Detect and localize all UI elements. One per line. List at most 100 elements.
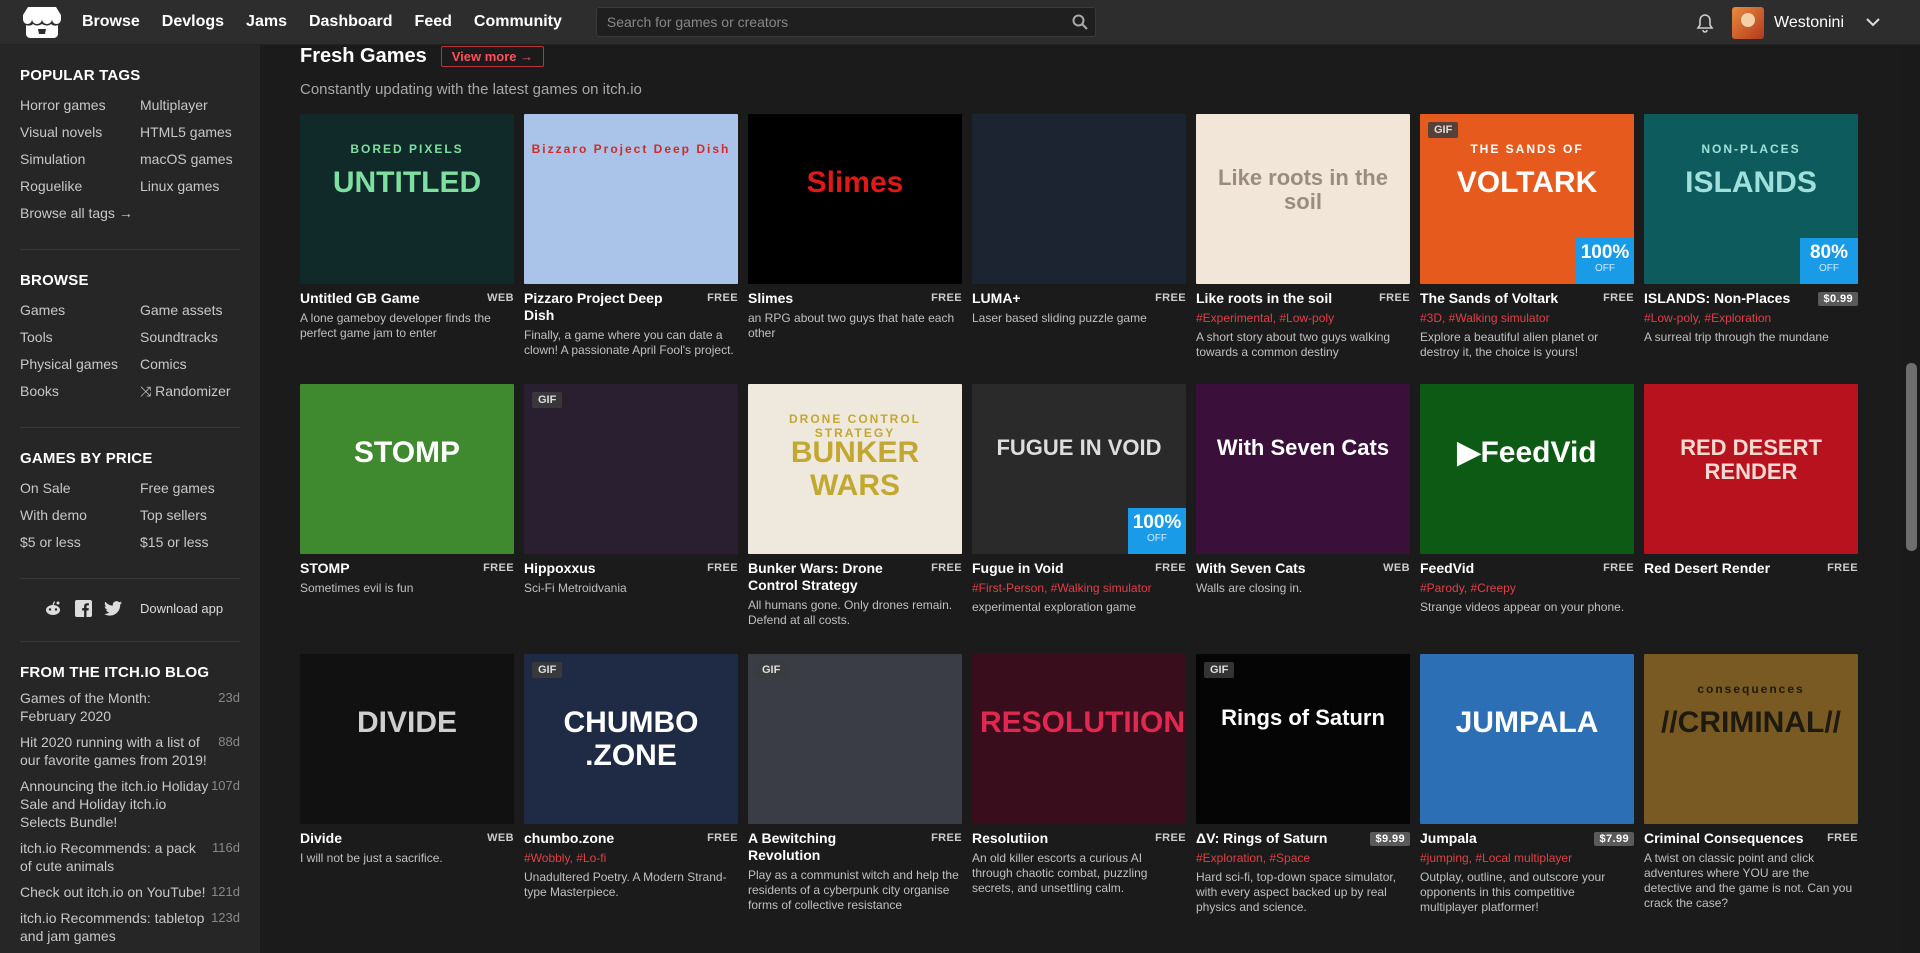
game-thumbnail[interactable]: BORED PIXELS UNTITLED xyxy=(300,114,514,284)
download-app-link[interactable]: Download app xyxy=(140,601,223,616)
nav-devlogs[interactable]: Devlogs xyxy=(162,13,224,31)
game-thumbnail[interactable]: Like roots in the soil xyxy=(1196,114,1410,284)
nav-browse[interactable]: Browse xyxy=(82,13,140,31)
game-title-link[interactable]: Fugue in Void xyxy=(972,560,1132,577)
game-thumbnail[interactable]: DIVIDE xyxy=(300,654,514,824)
game-card[interactable]: GIF Hippoxxus FREE Sci-Fi Metroidvania xyxy=(524,384,738,654)
tag-link[interactable]: Roguelike xyxy=(20,173,140,200)
game-thumbnail[interactable]: ▶FeedVid xyxy=(1420,384,1634,554)
game-thumbnail[interactable]: GIF xyxy=(524,384,738,554)
browse-link[interactable]: Soundtracks xyxy=(140,324,260,351)
game-card[interactable]: THE SANDS OF VOLTARK GIF 100% OFF The Sands o… xyxy=(1420,114,1634,384)
game-title-link[interactable]: Untitled GB Game xyxy=(300,290,460,307)
tag-link[interactable]: Multiplayer xyxy=(140,92,260,119)
randomizer-link[interactable]: ⤨ Randomizer xyxy=(140,378,260,405)
game-thumbnail[interactable]: Rings of Saturn GIF xyxy=(1196,654,1410,824)
game-thumbnail[interactable]: RESOLUTIION xyxy=(972,654,1186,824)
game-card[interactable]: RESOLUTIION Resolutiion FREE An old killer … xyxy=(972,654,1186,924)
game-title-link[interactable]: Jumpala xyxy=(1420,830,1580,847)
nav-feed[interactable]: Feed xyxy=(415,13,452,31)
price-link[interactable]: Free games xyxy=(140,475,260,502)
user-avatar[interactable] xyxy=(1732,6,1765,39)
game-tags[interactable]: #Wobbly, #Lo-fi xyxy=(524,851,738,866)
blog-link[interactable]: Hit 2020 running with a list of our favo… xyxy=(20,733,210,769)
game-tags[interactable]: #Exploration, #Space xyxy=(1196,851,1410,866)
game-tags[interactable]: #3D, #Walking simulator xyxy=(1420,311,1634,326)
browse-link[interactable]: Comics xyxy=(140,351,260,378)
game-title-link[interactable]: Resolutiion xyxy=(972,830,1132,847)
reddit-icon[interactable] xyxy=(42,597,64,619)
game-title-link[interactable]: Like roots in the soil xyxy=(1196,290,1356,307)
game-title-link[interactable]: chumbo.zone xyxy=(524,830,684,847)
blog-link[interactable]: Announcing the itch.io Holiday Sale and … xyxy=(20,777,210,831)
username[interactable]: Westonini xyxy=(1774,14,1844,32)
game-title-link[interactable]: LUMA+ xyxy=(972,290,1132,307)
game-card[interactable]: FUGUE IN VOID 100% OFF Fugue in Void FREE #Fi… xyxy=(972,384,1186,654)
tag-link[interactable]: Visual novels xyxy=(20,119,140,146)
game-tags[interactable]: #First-Person, #Walking simulator xyxy=(972,581,1186,596)
browse-link[interactable]: Physical games xyxy=(20,351,140,378)
tag-link[interactable]: Horror games xyxy=(20,92,140,119)
game-title-link[interactable]: ISLANDS: Non-Places xyxy=(1644,290,1804,307)
game-title-link[interactable]: Criminal Consequences xyxy=(1644,830,1804,847)
price-link[interactable]: With demo xyxy=(20,502,140,529)
browse-all-tags-link[interactable]: Browse all tags → xyxy=(20,205,133,221)
game-thumbnail[interactable]: Bizzaro Project Deep Dish xyxy=(524,114,738,284)
game-thumbnail[interactable]: STOMP xyxy=(300,384,514,554)
game-tags[interactable]: #Low-poly, #Exploration xyxy=(1644,311,1858,326)
browse-link[interactable]: Game assets xyxy=(140,297,260,324)
game-thumbnail[interactable]: FUGUE IN VOID 100% OFF xyxy=(972,384,1186,554)
view-more-button[interactable]: View more → xyxy=(440,45,545,67)
game-thumbnail[interactable]: THE SANDS OF VOLTARK GIF 100% OFF xyxy=(1420,114,1634,284)
game-thumbnail[interactable]: JUMPALA xyxy=(1420,654,1634,824)
game-tags[interactable]: #Experimental, #Low-poly xyxy=(1196,311,1410,326)
tag-link[interactable]: HTML5 games xyxy=(140,119,260,146)
game-card[interactable]: consequences //CRIMINAL// Criminal Consequ… xyxy=(1644,654,1858,924)
game-title-link[interactable]: ΔV: Rings of Saturn xyxy=(1196,830,1356,847)
chevron-down-icon[interactable] xyxy=(1866,14,1880,32)
browse-link[interactable]: Tools xyxy=(20,324,140,351)
game-card[interactable]: With Seven Cats With Seven Cats WEB Walls a… xyxy=(1196,384,1410,654)
game-thumbnail[interactable]: Slimes xyxy=(748,114,962,284)
notifications-bell-icon[interactable] xyxy=(1696,13,1714,33)
game-title-link[interactable]: With Seven Cats xyxy=(1196,560,1356,577)
game-card[interactable]: Rings of Saturn GIF ΔV: Rings of Saturn $9.… xyxy=(1196,654,1410,924)
game-card[interactable]: GIF A Bewitching Revolution FREE Play as a … xyxy=(748,654,962,924)
blog-link[interactable]: Check out itch.io on YouTube! xyxy=(20,883,210,901)
browse-link[interactable]: Books xyxy=(20,378,140,405)
game-thumbnail[interactable]: With Seven Cats xyxy=(1196,384,1410,554)
game-card[interactable]: DRONE CONTROL STRATEGY BUNKER WARS Bunker … xyxy=(748,384,962,654)
price-link[interactable]: $5 or less xyxy=(20,529,140,556)
nav-jams[interactable]: Jams xyxy=(246,13,287,31)
tag-link[interactable]: macOS games xyxy=(140,146,260,173)
itchio-logo[interactable] xyxy=(20,4,64,40)
tag-link[interactable]: Simulation xyxy=(20,146,140,173)
game-title-link[interactable]: Bunker Wars: Drone Control Strategy xyxy=(748,560,908,594)
price-link[interactable]: Top sellers xyxy=(140,502,260,529)
search-icon[interactable] xyxy=(1065,7,1095,37)
game-card[interactable]: DIVIDE Divide WEB I will not be just a sacr… xyxy=(300,654,514,924)
nav-community[interactable]: Community xyxy=(474,13,562,31)
game-title-link[interactable]: Hippoxxus xyxy=(524,560,684,577)
game-card[interactable]: RED DESERT RENDER Red Desert Render FREE xyxy=(1644,384,1858,654)
game-thumbnail[interactable]: DRONE CONTROL STRATEGY BUNKER WARS xyxy=(748,384,962,554)
game-title-link[interactable]: The Sands of Voltark xyxy=(1420,290,1580,307)
facebook-icon[interactable] xyxy=(72,597,94,619)
game-card[interactable]: NON-PLACES ISLANDS 80% OFF ISLANDS: Non-Plac… xyxy=(1644,114,1858,384)
game-thumbnail[interactable]: GIF xyxy=(748,654,962,824)
game-title-link[interactable]: Pizzaro Project Deep Dish xyxy=(524,290,684,324)
game-card[interactable]: Slimes Slimes FREE an RPG about two guys th… xyxy=(748,114,962,384)
blog-link[interactable]: itch.io Recommends: a pack of cute anima… xyxy=(20,839,210,875)
scrollbar-thumb[interactable] xyxy=(1906,363,1917,551)
game-card[interactable]: CHUMBO .ZONE GIF chumbo.zone FREE #Wobbly, #… xyxy=(524,654,738,924)
game-thumbnail[interactable] xyxy=(972,114,1186,284)
game-title-link[interactable]: Slimes xyxy=(748,290,908,307)
game-card[interactable]: ▶FeedVid FeedVid FREE #Parody, #Creepy Stran… xyxy=(1420,384,1634,654)
game-card[interactable]: STOMP STOMP FREE Sometimes evil is fun xyxy=(300,384,514,654)
game-card[interactable]: BORED PIXELS UNTITLED Untitled GB Game WEB A… xyxy=(300,114,514,384)
nav-dashboard[interactable]: Dashboard xyxy=(309,13,393,31)
price-link[interactable]: On Sale xyxy=(20,475,140,502)
game-thumbnail[interactable]: RED DESERT RENDER xyxy=(1644,384,1858,554)
game-card[interactable]: JUMPALA Jumpala $7.99 #jumping, #Local mult… xyxy=(1420,654,1634,924)
twitter-icon[interactable] xyxy=(102,597,124,619)
